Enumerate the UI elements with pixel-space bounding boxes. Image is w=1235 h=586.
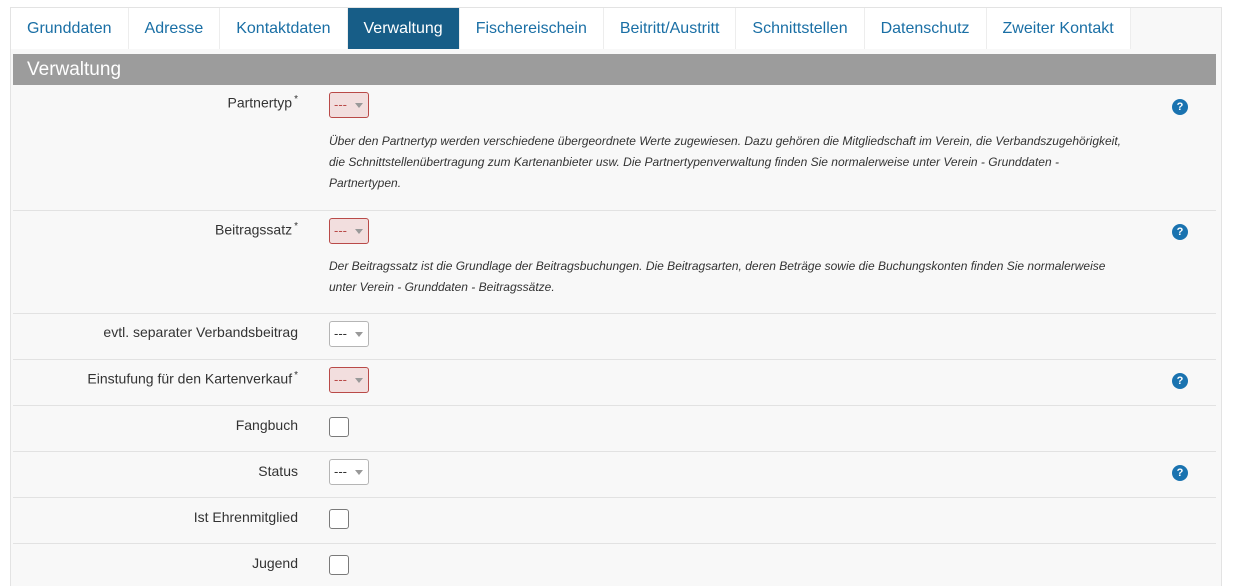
tab-fischereischein[interactable]: Fischereischein — [459, 8, 604, 49]
row-beitragssatz: Beitragssatz * --- ? Der Beitragssatz ist… — [13, 211, 1216, 314]
partnertyp-label: Partnertyp * — [227, 94, 299, 111]
status-select[interactable]: --- — [329, 459, 369, 485]
status-label: Status — [258, 463, 298, 479]
verbandsbeitrag-select[interactable]: --- — [329, 321, 369, 347]
jugend-checkbox[interactable] — [329, 555, 349, 575]
row-jugend: Jugend — [13, 544, 1216, 585]
beitragssatz-help-text: Der Beitragssatz ist die Grundlage der B… — [329, 259, 1106, 294]
help-icon[interactable]: ? — [1172, 373, 1188, 389]
tab-verwaltung[interactable]: Verwaltung — [347, 8, 460, 49]
kartenverkauf-label: Einstufung für den Kartenverkauf * — [87, 370, 298, 387]
chevron-down-icon — [355, 470, 363, 475]
row-partnertyp: Partnertyp * --- ? Über den Partnertyp we… — [13, 85, 1216, 211]
tab-datenschutz[interactable]: Datenschutz — [864, 8, 987, 49]
row-fangbuch: Fangbuch — [13, 406, 1216, 452]
row-ehrenmitglied: Ist Ehrenmitglied — [13, 498, 1216, 544]
row-verbandsbeitrag: evtl. separater Verbandsbeitrag --- — [13, 314, 1216, 360]
chevron-down-icon — [355, 229, 363, 234]
fangbuch-checkbox[interactable] — [329, 417, 349, 437]
required-marker: * — [294, 370, 298, 381]
chevron-down-icon — [355, 378, 363, 383]
partnertyp-select[interactable]: --- — [329, 92, 369, 118]
required-marker: * — [294, 94, 298, 105]
row-status: Status --- ? — [13, 452, 1216, 498]
help-icon[interactable]: ? — [1172, 465, 1188, 481]
ehrenmitglied-checkbox[interactable] — [329, 509, 349, 529]
help-icon[interactable]: ? — [1172, 99, 1188, 115]
required-marker: * — [294, 221, 298, 232]
row-kartenverkauf: Einstufung für den Kartenverkauf * --- ? — [13, 360, 1216, 406]
tab-kontaktdaten[interactable]: Kontaktdaten — [220, 8, 348, 49]
tab-bar: Grunddaten Adresse Kontaktdaten Verwaltu… — [11, 8, 1131, 49]
tab-zweiter-kontakt[interactable]: Zweiter Kontakt — [986, 8, 1131, 49]
beitragssatz-label: Beitragssatz * — [215, 221, 298, 238]
fangbuch-label: Fangbuch — [235, 417, 298, 433]
verbandsbeitrag-label: evtl. separater Verbandsbeitrag — [103, 324, 298, 340]
ehrenmitglied-label: Ist Ehrenmitglied — [193, 509, 298, 525]
tab-beitritt-austritt[interactable]: Beitritt/Austritt — [603, 8, 737, 49]
tab-grunddaten[interactable]: Grunddaten — [11, 8, 129, 49]
kartenverkauf-select[interactable]: --- — [329, 367, 369, 393]
chevron-down-icon — [355, 103, 363, 108]
help-icon[interactable]: ? — [1172, 224, 1188, 240]
chevron-down-icon — [355, 332, 363, 337]
beitragssatz-select[interactable]: --- — [329, 218, 369, 244]
partnertyp-help-text: Über den Partnertyp werden verschiedene … — [329, 134, 1122, 190]
tab-schnittstellen[interactable]: Schnittstellen — [736, 8, 865, 49]
jugend-label: Jugend — [252, 555, 298, 571]
tab-adresse[interactable]: Adresse — [128, 8, 221, 49]
section-title: Verwaltung — [13, 54, 1216, 85]
